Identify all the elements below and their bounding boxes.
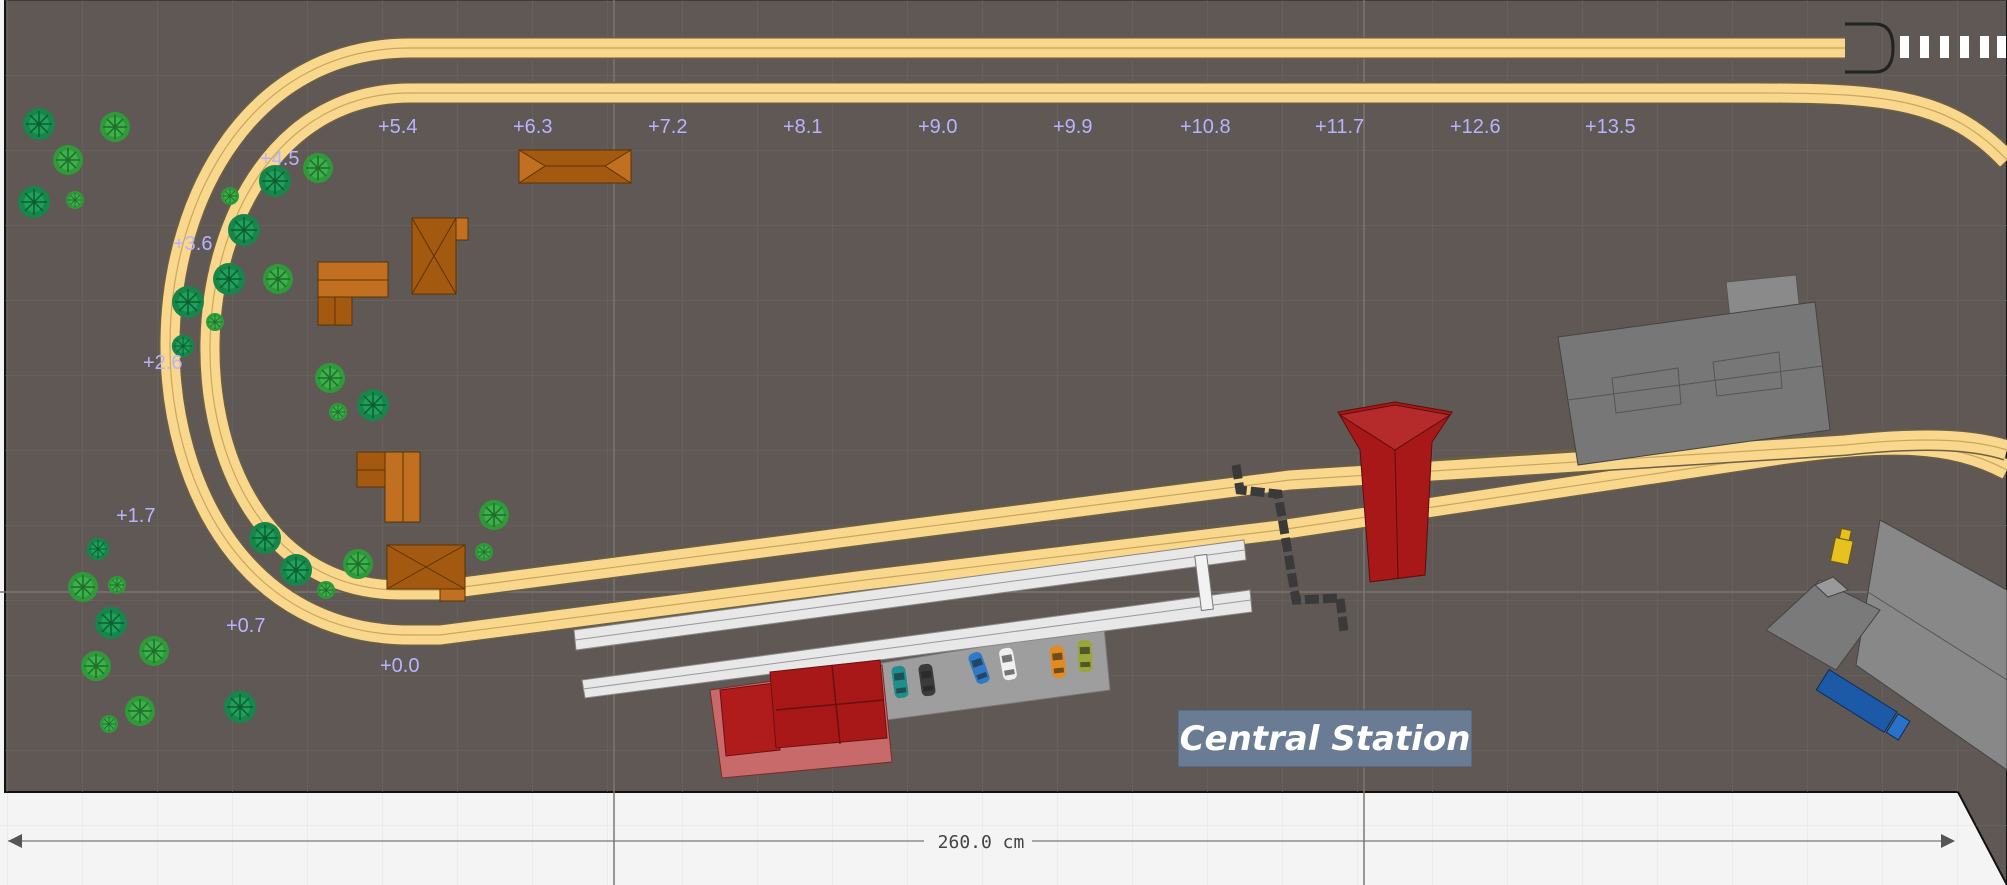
elevation-label: +9.9	[1053, 116, 1092, 138]
tree-icon	[22, 107, 56, 141]
layout-canvas[interactable]: +0.0 +0.7 +1.7 +2.6 +3.6 +4.5 +5.4 +6.3 …	[0, 0, 2007, 885]
elevation-label: +12.6	[1450, 116, 1501, 138]
elevation-label: +11.7	[1315, 116, 1364, 138]
tree-icon	[86, 537, 110, 561]
tree-icon	[67, 571, 99, 603]
tree-icon	[474, 542, 494, 562]
elevation-label: +7.2	[648, 116, 687, 138]
tree-icon	[124, 695, 156, 727]
elevation-label: +13.5	[1585, 116, 1636, 138]
house-1[interactable]	[518, 149, 632, 184]
tree-icon	[262, 263, 294, 295]
tree-icon	[279, 553, 313, 587]
tree-icon	[314, 362, 346, 394]
tree-icon	[205, 312, 225, 332]
tree-icon	[99, 714, 119, 734]
tree-icon	[65, 190, 85, 210]
elevation-label: +2.6	[143, 352, 182, 374]
tree-icon	[171, 285, 205, 319]
tree-icon	[356, 388, 390, 422]
elevation-label: +10.8	[1180, 116, 1231, 138]
elevation-label: +0.7	[226, 615, 265, 637]
elevation-label: +6.3	[513, 116, 552, 138]
station-sign-label: Central Station	[1180, 719, 1471, 759]
elevation-label: +5.4	[378, 116, 417, 138]
tree-icon	[107, 575, 127, 595]
elevation-label: +3.6	[173, 233, 212, 255]
elevation-label: +4.5	[260, 148, 299, 170]
tree-icon	[302, 152, 334, 184]
station-sign[interactable]: Central Station	[1177, 709, 1473, 768]
tree-icon	[17, 185, 51, 219]
tree-icon	[220, 186, 240, 206]
tree-icon	[138, 635, 170, 667]
elevation-label: +0.0	[380, 655, 419, 677]
tree-icon	[94, 606, 128, 640]
car-icon	[1077, 639, 1093, 673]
tree-icon	[223, 690, 257, 724]
tree-icon	[316, 580, 336, 600]
tree-icon	[342, 548, 374, 580]
tree-icon	[478, 499, 510, 531]
tree-icon	[52, 144, 84, 176]
tree-icon	[248, 521, 282, 555]
tree-icon	[212, 262, 246, 296]
dimension-label: 260.0 cm	[938, 832, 1025, 853]
elevation-label: +8.1	[783, 116, 822, 138]
elevation-label: +1.7	[116, 505, 155, 527]
elevation-label: +9.0	[918, 116, 957, 138]
tree-icon	[80, 650, 112, 682]
tree-icon	[99, 111, 131, 143]
tree-icon	[227, 213, 261, 247]
tree-icon	[328, 402, 348, 422]
